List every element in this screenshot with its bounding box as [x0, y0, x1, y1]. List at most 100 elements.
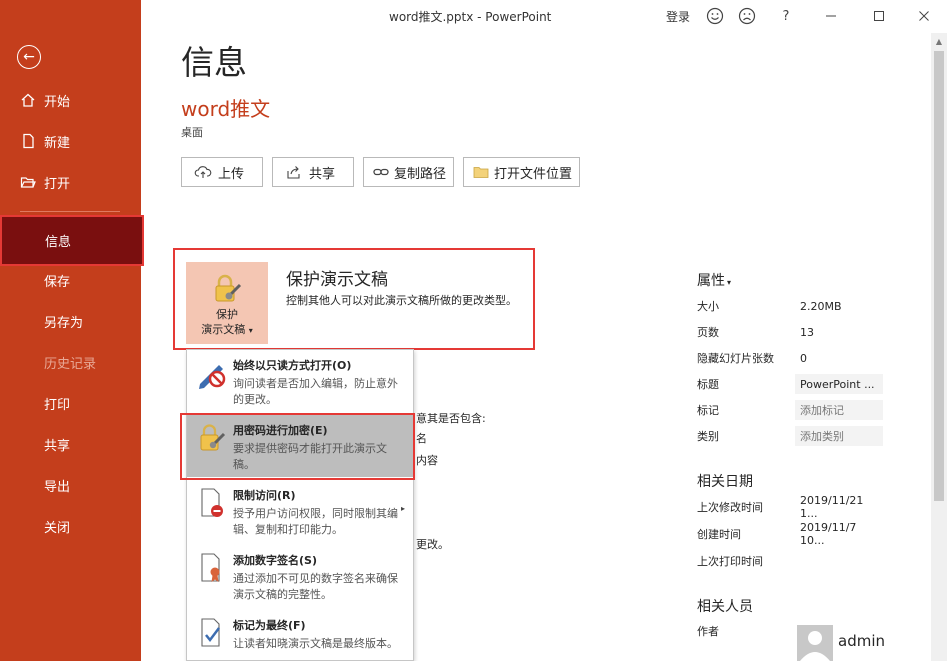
document-location: 桌面	[181, 126, 203, 139]
upload-button[interactable]: 上传	[181, 157, 263, 187]
sidebar-item-save[interactable]: 保存	[0, 265, 141, 295]
property-label: 上次打印时间	[697, 555, 763, 568]
copy-path-label: 复制路径	[394, 166, 447, 182]
open-file-location-label: 打开文件位置	[494, 166, 573, 182]
menu-item-read-only[interactable]: 始终以只读方式打开(O) 询问读者是否加入编辑，防止意外的更改。	[187, 350, 413, 412]
property-value-pages: 13	[800, 325, 814, 339]
property-value-hidden-slides: 0	[800, 351, 807, 365]
property-label: 大小	[697, 300, 719, 313]
open-file-location-button[interactable]: 打开文件位置	[463, 157, 580, 187]
restrict-document-icon	[201, 488, 223, 517]
sidebar-item-share[interactable]: 共享	[0, 429, 141, 459]
info-text-fragment: 名	[416, 432, 427, 445]
sidebar-item-label: 共享	[44, 438, 71, 454]
signature-ribbon-icon	[201, 553, 220, 582]
sidebar-item-export[interactable]: 导出	[0, 470, 141, 500]
sidebar-item-history: 历史记录	[0, 347, 141, 377]
menu-item-title: 标记为最终(F)	[233, 619, 306, 632]
sidebar-divider	[20, 211, 120, 212]
vertical-scrollbar[interactable]: ▲	[931, 33, 947, 661]
copy-path-button[interactable]: 复制路径	[363, 157, 454, 187]
share-button[interactable]: 共享	[272, 157, 354, 187]
menu-item-title: 始终以只读方式打开(O)	[233, 359, 352, 372]
property-value-tags[interactable]: 添加标记	[795, 400, 883, 420]
title-bar: word推文.pptx - PowerPoint 登录 ?	[141, 0, 947, 32]
related-people-heading: 相关人员	[697, 599, 753, 615]
menu-item-description: 通过添加不可见的数字签名来确保演示文稿的完整性。	[233, 572, 398, 601]
sidebar-item-label: 另存为	[44, 315, 84, 331]
sidebar-item-label: 关闭	[44, 520, 71, 536]
property-value-size: 2.20MB	[800, 299, 842, 313]
info-text-fragment: 内容	[416, 454, 438, 467]
home-icon	[21, 93, 35, 107]
sidebar: ← 开始 新建 打开 信息 保存 另存为 历史记录 打印 共享 导出 关闭	[0, 0, 144, 661]
annotation-outline-protect	[173, 248, 535, 350]
property-label: 隐藏幻灯片张数	[697, 352, 774, 365]
sidebar-item-label: 信息	[45, 235, 72, 250]
property-label: 标记	[697, 404, 719, 417]
mark-final-icon	[201, 618, 220, 647]
info-text-fragment: 意其是否包含:	[416, 412, 486, 425]
login-button[interactable]: 登录	[666, 8, 690, 25]
property-label: 作者	[697, 625, 719, 638]
sidebar-item-close[interactable]: 关闭	[0, 511, 141, 541]
sidebar-item-label: 保存	[44, 274, 71, 290]
sidebar-item-home[interactable]: 开始	[0, 85, 141, 115]
related-dates-heading: 相关日期	[697, 474, 753, 490]
menu-item-mark-final[interactable]: 标记为最终(F) 让读者知晓演示文稿是最终版本。	[187, 610, 413, 660]
document-name: word推文	[181, 97, 271, 121]
upload-cloud-icon	[194, 166, 212, 178]
property-label: 类别	[697, 430, 719, 443]
menu-item-digital-signature[interactable]: 添加数字签名(S) 通过添加不可见的数字签名来确保演示文稿的完整性。	[187, 545, 413, 607]
avatar	[797, 625, 833, 661]
minimize-icon[interactable]	[821, 6, 841, 26]
menu-item-restrict-access[interactable]: 限制访问(R) 授予用户访问权限，同时限制其编辑、复制和打印能力。 ▸	[187, 480, 413, 542]
property-label: 创建时间	[697, 528, 741, 541]
chevron-right-icon: ▸	[400, 504, 405, 513]
author-name[interactable]: admin	[838, 632, 885, 650]
menu-item-description: 询问读者是否加入编辑，防止意外的更改。	[233, 377, 398, 406]
property-label: 标题	[697, 378, 719, 391]
menu-item-title: 限制访问(R)	[233, 489, 296, 502]
property-value-title[interactable]: PowerPoint ...	[795, 374, 883, 394]
smile-icon[interactable]	[705, 6, 725, 26]
sidebar-item-new[interactable]: 新建	[0, 126, 141, 156]
sidebar-item-label: 打印	[44, 397, 71, 413]
upload-label: 上传	[218, 166, 245, 182]
sidebar-item-label: 历史记录	[44, 356, 97, 372]
property-value-category[interactable]: 添加类别	[795, 426, 883, 446]
sidebar-item-label: 开始	[44, 94, 71, 110]
menu-item-title: 添加数字签名(S)	[233, 554, 317, 567]
pen-prohibited-icon	[199, 365, 226, 389]
properties-heading[interactable]: 属性 ▾	[697, 270, 731, 290]
close-icon[interactable]	[914, 6, 934, 26]
annotation-outline-encrypt	[180, 413, 415, 480]
scroll-thumb[interactable]	[934, 51, 944, 501]
share-icon	[287, 166, 300, 179]
info-text-fragment: 更改。	[416, 538, 449, 551]
sidebar-item-info[interactable]: 信息	[0, 215, 144, 266]
powerpoint-backstage: ← 开始 新建 打开 信息 保存 另存为 历史记录 打印 共享 导出 关闭 wo…	[0, 0, 947, 661]
sidebar-item-label: 打开	[44, 176, 71, 192]
property-label: 上次修改时间	[697, 501, 763, 514]
scroll-up-icon[interactable]: ▲	[931, 33, 947, 49]
share-label: 共享	[309, 166, 336, 182]
link-icon	[373, 168, 389, 176]
chevron-down-icon: ▾	[727, 278, 732, 287]
sidebar-item-save-as[interactable]: 另存为	[0, 306, 141, 336]
sidebar-item-print[interactable]: 打印	[0, 388, 141, 418]
page-title: 信息	[181, 43, 247, 82]
help-icon[interactable]: ?	[776, 6, 796, 26]
property-label: 页数	[697, 326, 719, 339]
protect-dropdown-menu: 始终以只读方式打开(O) 询问读者是否加入编辑，防止意外的更改。 用密码进行加密…	[186, 349, 414, 661]
sidebar-item-open[interactable]: 打开	[0, 167, 141, 197]
back-button[interactable]: ←	[17, 45, 41, 69]
sidebar-item-label: 新建	[44, 135, 71, 151]
new-file-icon	[23, 133, 34, 149]
menu-item-description: 授予用户访问权限，同时限制其编辑、复制和打印能力。	[233, 507, 398, 536]
maximize-icon[interactable]	[869, 6, 889, 26]
open-folder-icon	[20, 177, 36, 188]
menu-item-description: 让读者知晓演示文稿是最终版本。	[233, 637, 398, 650]
folder-icon	[473, 167, 489, 178]
frown-icon[interactable]	[737, 6, 757, 26]
